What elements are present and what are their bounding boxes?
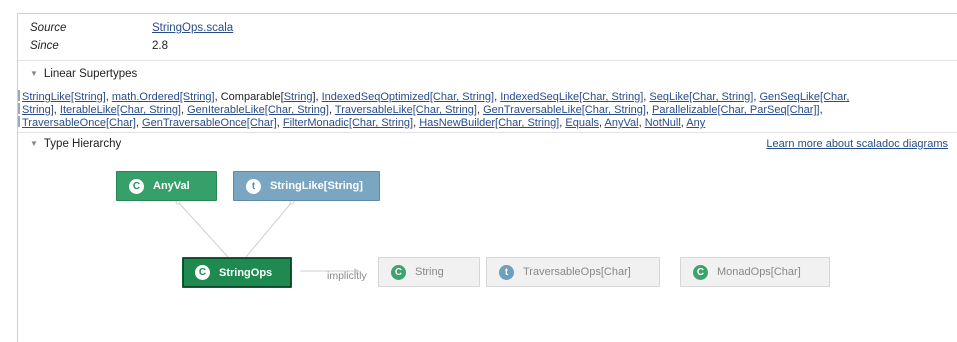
trait-icon: t (246, 178, 261, 194)
node-label: String (415, 266, 444, 278)
class-icon: C (195, 265, 210, 280)
class-icon: C (391, 264, 406, 280)
node-monadops[interactable]: C MonadOps[Char] (680, 257, 830, 287)
implicitly-label: implicitly (327, 270, 367, 282)
node-label: StringLike[String] (270, 180, 363, 192)
doc-panel: Source StringOps.scala Since 2.8 ▼ Linear… (17, 13, 957, 342)
node-stringops[interactable]: C StringOps (182, 257, 292, 288)
node-anyval[interactable]: C AnyVal (116, 171, 217, 201)
edge-stringops-stringlike (245, 201, 293, 258)
node-label: StringOps (219, 266, 273, 279)
trait-icon: t (499, 264, 514, 280)
node-traversableops[interactable]: t TraversableOps[Char] (486, 257, 660, 287)
node-label: AnyVal (153, 180, 190, 192)
class-icon: C (129, 178, 144, 194)
node-label: MonadOps[Char] (717, 266, 801, 278)
node-label: TraversableOps[Char] (523, 266, 631, 278)
edge-stringops-anyval (177, 201, 229, 258)
class-icon: C (693, 264, 708, 280)
node-string[interactable]: C String (378, 257, 480, 287)
node-stringlike[interactable]: t StringLike[String] (233, 171, 380, 201)
